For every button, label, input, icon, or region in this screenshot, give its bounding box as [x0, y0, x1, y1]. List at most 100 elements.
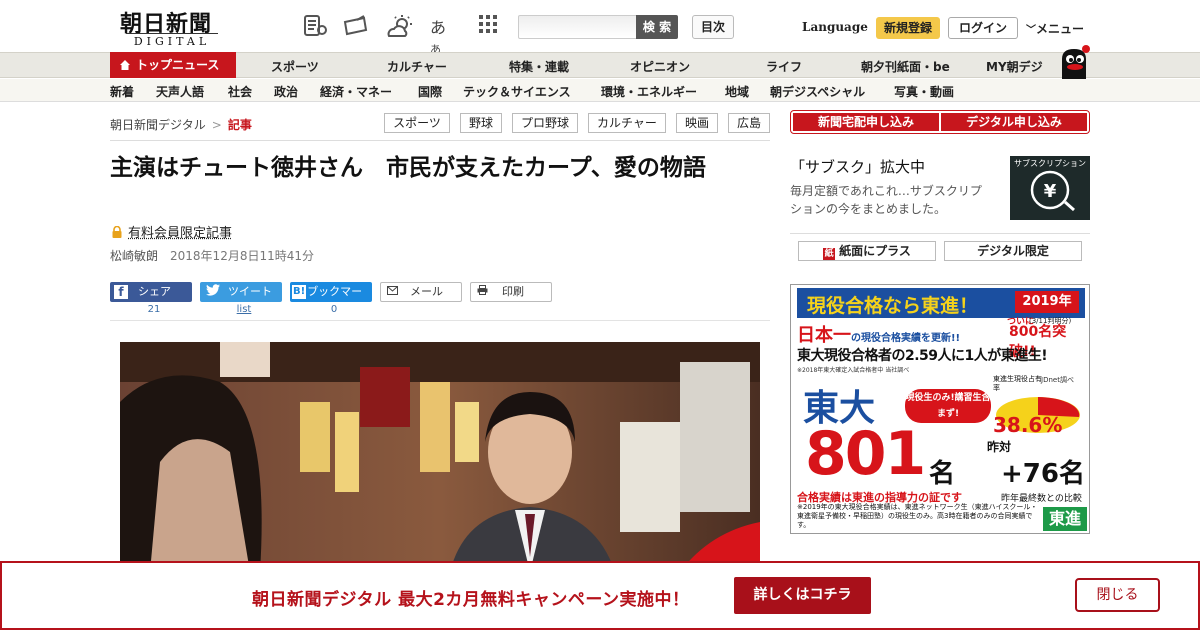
weather-icon[interactable]	[386, 14, 412, 38]
twitter-share-button[interactable]: ツイート	[200, 282, 282, 302]
print-icon	[477, 283, 488, 301]
nav-item-paper[interactable]: 朝夕刊紙面・be	[861, 58, 950, 75]
svg-text:¥: ¥	[1044, 181, 1057, 202]
ad-brand: 東進	[1043, 507, 1087, 531]
nav-item-features[interactable]: 特集・連載	[509, 58, 569, 75]
hatena-bookmark-button[interactable]: B! ブックマーク	[290, 282, 372, 318]
tag-sports[interactable]: スポーツ	[384, 113, 450, 133]
ad-fine-print: ※2019年の東大現役合格実績は、東進ネットワーク生（東進ハイスクール・東進衛星…	[797, 503, 1038, 529]
breadcrumb-home[interactable]: 朝日新聞デジタル	[110, 118, 206, 132]
ad-headline: 現役合格なら東進！	[807, 295, 979, 317]
paid-member-label[interactable]: 有料会員限定記事	[112, 222, 232, 241]
nav2-item[interactable]: 環境・エネルギー	[601, 83, 697, 100]
breadcrumb: 朝日新聞デジタル > 記事	[110, 116, 252, 133]
ad-line1: 日本一の現役合格実績を更新!!	[797, 321, 960, 347]
paper-plus-button[interactable]: 紙紙面にプラス	[798, 241, 936, 261]
language-link[interactable]: Language	[802, 20, 868, 34]
paper-plus-label: 紙面にプラス	[839, 244, 911, 258]
search-input[interactable]	[518, 15, 638, 39]
hatena-icon: B!	[292, 285, 307, 299]
ad-small-note: ※2018年東大確定入試合格者中 当社調べ	[797, 367, 910, 374]
toc-button[interactable]: 目次	[692, 15, 734, 39]
tag-culture[interactable]: カルチャー	[588, 113, 666, 133]
font-size-icon[interactable]: ああ	[430, 14, 456, 56]
article-title: 主演はチュート徳井さん 市民が支えたカープ、愛の物語	[110, 155, 706, 181]
signup-button[interactable]: 新規登録	[876, 17, 940, 39]
tag-hiroshima[interactable]: 広島	[728, 113, 770, 133]
nav-item-life[interactable]: ライフ	[766, 58, 802, 75]
ad-increase: +76名	[1001, 459, 1085, 489]
nav2-item[interactable]: 天声人語	[156, 83, 204, 100]
nav2-item[interactable]: 社会	[228, 83, 252, 100]
ad-percent: 38.6%	[993, 413, 1063, 437]
menu-button[interactable]: ﹀メニュー	[1026, 20, 1084, 37]
campaign-details-button[interactable]: 詳しくはコチラ	[734, 577, 871, 614]
ad-date-note: (3/11判明分)	[1029, 317, 1072, 325]
secondary-nav: 新着 天声人語 社会 政治 経済・マネー 国際 テック＆サイエンス 環境・エネル…	[0, 79, 1200, 102]
login-button[interactable]: ログイン	[948, 17, 1018, 39]
nav2-item[interactable]: 写真・動画	[894, 83, 954, 100]
ad-line2: 東大現役合格者の2.59人に1人が東進生!	[797, 348, 1048, 364]
mascot-icon	[1056, 45, 1092, 79]
nav-item-my[interactable]: MY朝デジ	[986, 58, 1043, 75]
close-banner-button[interactable]: 閉じる	[1075, 578, 1160, 612]
logo-subtext: DIGITAL	[126, 33, 218, 48]
paid-label-text: 有料会員限定記事	[128, 226, 233, 241]
nav2-item[interactable]: 政治	[274, 83, 298, 100]
mail-label: メール	[410, 285, 443, 298]
breadcrumb-separator: >	[211, 118, 222, 132]
nav2-item[interactable]: 経済・マネー	[320, 83, 392, 100]
nav2-item[interactable]: 地域	[725, 83, 749, 100]
facebook-count: 21	[147, 304, 161, 315]
divider	[110, 140, 770, 141]
tag-movie[interactable]: 映画	[676, 113, 718, 133]
nav-item-top-news[interactable]: トップニュース	[110, 52, 236, 78]
byline: 松崎敏朗 2018年12月8日11時41分	[110, 247, 314, 264]
nav-top-label: トップニュース	[136, 58, 220, 72]
campaign-text: 朝日新聞デジタル 最大2カ月無料キャンペーン実施中！	[252, 590, 690, 610]
promo-title[interactable]: 「サブスク」拡大中	[790, 156, 925, 177]
grid-menu-icon[interactable]	[478, 14, 504, 38]
print-label: 印刷	[502, 285, 524, 298]
nav2-item[interactable]: テック＆サイエンス	[463, 83, 571, 100]
promo-image-text: サブスクリプション	[1014, 159, 1086, 168]
ticket-icon[interactable]	[342, 14, 368, 38]
paper-plus-icon: 紙	[823, 248, 836, 260]
nav-item-culture[interactable]: カルチャー	[387, 58, 447, 75]
mail-icon	[387, 283, 398, 301]
facebook-icon: f	[114, 285, 128, 299]
subscribe-buttons: 新聞宅配申し込み デジタル申し込み	[790, 110, 1090, 134]
twitter-icon	[206, 282, 220, 302]
menu-label: メニュー	[1036, 22, 1085, 36]
nav2-item[interactable]: 国際	[418, 83, 442, 100]
article-photo[interactable]	[120, 342, 760, 572]
ad-pie-source: JDnet調べ	[1041, 376, 1074, 384]
facebook-share-button[interactable]: f シェア	[110, 282, 192, 302]
twitter-count[interactable]: list	[204, 304, 284, 315]
ad-line1-main: 日本一	[797, 325, 851, 346]
asahi-logo[interactable]: 朝日新聞 DIGITAL	[112, 6, 232, 48]
tag-pro-baseball[interactable]: プロ野球	[512, 113, 578, 133]
author-name: 松崎敏朗	[110, 249, 159, 263]
nav-item-opinion[interactable]: オピニオン	[630, 58, 690, 75]
digital-only-button[interactable]: デジタル限定	[944, 241, 1082, 261]
print-button[interactable]: 印刷	[470, 282, 552, 302]
nav-item-sports[interactable]: スポーツ	[271, 58, 319, 75]
paper-subscribe-button[interactable]: 新聞宅配申し込み	[793, 113, 939, 131]
nav2-item[interactable]: 新着	[110, 83, 134, 100]
toshin-advertisement[interactable]: 現役合格なら東進！ 2019年 日本一の現役合格実績を更新!! ついに 800名…	[790, 284, 1090, 534]
promo-image[interactable]: ¥ サブスクリプション	[1010, 156, 1090, 220]
digital-subscribe-button[interactable]: デジタル申し込み	[941, 113, 1087, 131]
nav2-item[interactable]: 朝デジスペシャル	[770, 83, 865, 100]
search-button[interactable]: 検 索	[636, 15, 678, 39]
tag-baseball[interactable]: 野球	[460, 113, 502, 133]
hatena-count: 0	[330, 304, 338, 315]
ad-unit: 名	[929, 459, 956, 489]
promo-description: 毎月定額であれこれ…サブスクリプションの今をまとめました。	[790, 184, 982, 216]
mail-button[interactable]: メール	[380, 282, 462, 302]
publish-date: 2018年12月8日11時41分	[170, 249, 314, 263]
divider	[110, 320, 770, 321]
ad-number: 801	[805, 419, 926, 489]
newspaper-icon[interactable]	[302, 14, 328, 38]
twitter-label: ツイート	[228, 285, 272, 298]
